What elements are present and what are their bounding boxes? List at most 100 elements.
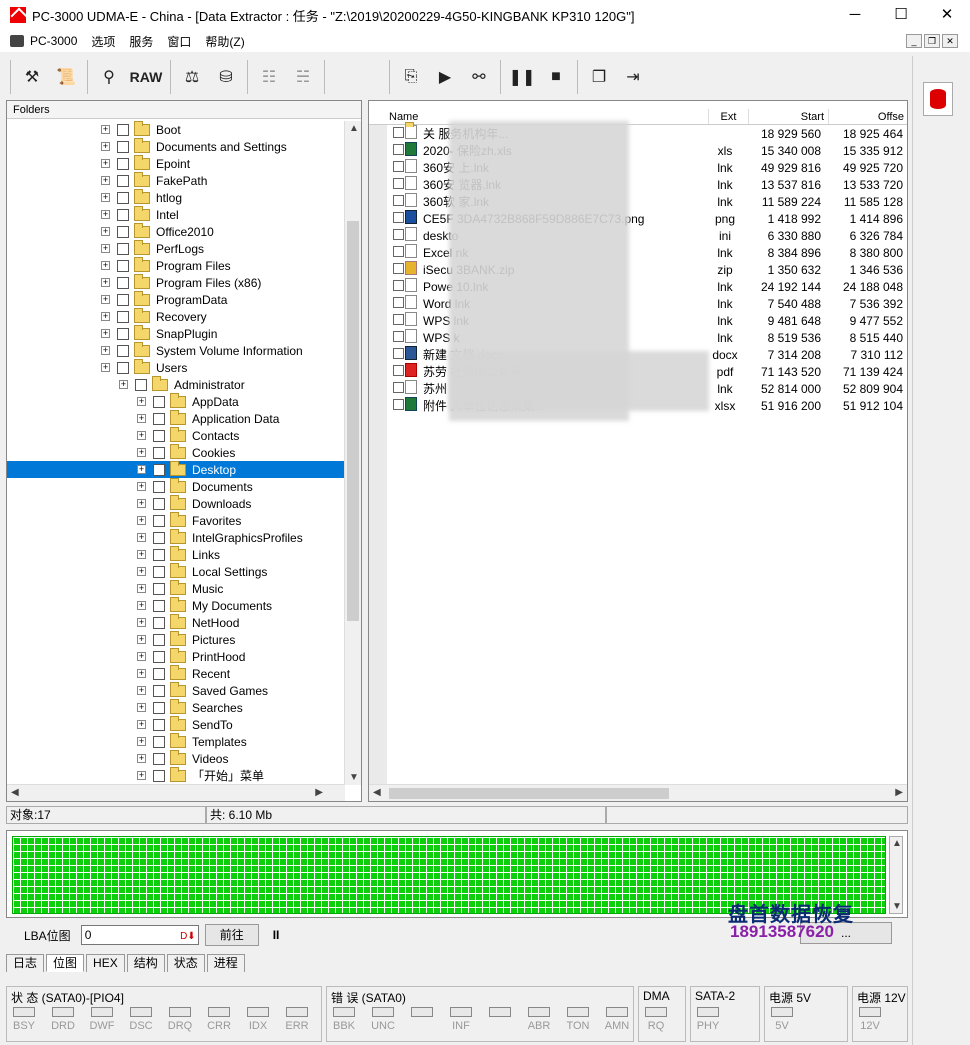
- minimize-button[interactable]: ─: [832, 0, 878, 30]
- tree-item[interactable]: + My Documents: [7, 596, 345, 614]
- expand-icon[interactable]: +: [101, 329, 110, 338]
- pause-button[interactable]: II: [273, 928, 280, 942]
- file-checkbox[interactable]: [393, 398, 404, 410]
- tree-checkbox[interactable]: [117, 361, 129, 374]
- tree-icon[interactable]: ☷: [252, 60, 286, 94]
- tree-item[interactable]: + NetHood: [7, 613, 345, 631]
- file-checkbox[interactable]: [393, 330, 404, 342]
- tree-checkbox[interactable]: [153, 650, 165, 663]
- file-checkbox[interactable]: [393, 364, 404, 376]
- stop-icon[interactable]: ■: [539, 60, 573, 94]
- tree-checkbox[interactable]: [117, 259, 129, 272]
- tree-item[interactable]: + System Volume Information: [7, 341, 345, 359]
- file-checkbox[interactable]: [393, 160, 404, 172]
- play-icon[interactable]: ▶: [428, 60, 462, 94]
- tools-icon[interactable]: ⚒: [15, 60, 49, 94]
- mdi-restore-button[interactable]: ❐: [924, 34, 940, 48]
- mdi-minimize-button[interactable]: _: [906, 34, 922, 48]
- tree-item[interactable]: + Recovery: [7, 307, 345, 325]
- tree-checkbox[interactable]: [117, 344, 129, 357]
- expand-icon[interactable]: +: [137, 584, 146, 593]
- tree-item[interactable]: + ProgramData: [7, 290, 345, 308]
- tree-item[interactable]: + AppData: [7, 392, 345, 410]
- tree-item[interactable]: + Users: [7, 358, 345, 376]
- database-icon[interactable]: [923, 82, 953, 116]
- tree-checkbox[interactable]: [153, 718, 165, 731]
- tab-process[interactable]: 进程: [206, 954, 245, 972]
- tree-checkbox[interactable]: [117, 208, 129, 221]
- file-checkbox[interactable]: [393, 262, 404, 274]
- lba-input[interactable]: 0 D⬇: [80, 925, 199, 945]
- file-checkbox[interactable]: [393, 313, 404, 325]
- expand-icon[interactable]: +: [137, 703, 146, 712]
- tree-item[interactable]: + Program Files (x86): [7, 273, 345, 291]
- tree-checkbox[interactable]: [153, 769, 165, 782]
- folder-tree-hscroll[interactable]: ◀ ▶: [7, 784, 345, 801]
- expand-icon[interactable]: +: [137, 686, 146, 695]
- tree-checkbox[interactable]: [117, 276, 129, 289]
- expand-icon[interactable]: +: [137, 550, 146, 559]
- tree-item[interactable]: + Videos: [7, 749, 345, 767]
- tree-checkbox[interactable]: [117, 225, 129, 238]
- tree-checkbox[interactable]: [117, 310, 129, 323]
- tree-checkbox[interactable]: [135, 378, 147, 391]
- file-checkbox[interactable]: [393, 347, 404, 359]
- tree-item[interactable]: + Saved Games: [7, 681, 345, 699]
- bitmap-vscroll[interactable]: ▲ ▼: [889, 836, 903, 914]
- expand-icon[interactable]: +: [101, 227, 110, 236]
- tree-checkbox[interactable]: [153, 667, 165, 680]
- tree-checkbox[interactable]: [153, 752, 165, 765]
- tree-item[interactable]: + Epoint: [7, 154, 345, 172]
- tree-checkbox[interactable]: [153, 582, 165, 595]
- expand-icon[interactable]: +: [137, 601, 146, 610]
- expand-icon[interactable]: +: [137, 635, 146, 644]
- tree-checkbox[interactable]: [153, 446, 165, 459]
- file-checkbox[interactable]: [393, 296, 404, 308]
- menu-window[interactable]: 窗口: [167, 33, 191, 50]
- raw-button[interactable]: RAW: [126, 60, 166, 94]
- tree-checkbox[interactable]: [153, 701, 165, 714]
- expand-icon[interactable]: +: [137, 397, 146, 406]
- tree-checkbox[interactable]: [153, 412, 165, 425]
- file-checkbox[interactable]: [393, 211, 404, 223]
- tree-checkbox[interactable]: [153, 616, 165, 629]
- tree-item[interactable]: + Favorites: [7, 511, 345, 529]
- file-checkbox[interactable]: [393, 194, 404, 206]
- mdi-close-button[interactable]: ✕: [942, 34, 958, 48]
- tree-checkbox[interactable]: [153, 497, 165, 510]
- tree-checkbox[interactable]: [153, 565, 165, 578]
- tree-checkbox[interactable]: [153, 395, 165, 408]
- expand-icon[interactable]: +: [101, 346, 110, 355]
- tree-item[interactable]: + Administrator: [7, 375, 345, 393]
- tree-checkbox[interactable]: [153, 599, 165, 612]
- tree-checkbox[interactable]: [153, 463, 165, 476]
- tree-checkbox[interactable]: [153, 548, 165, 561]
- tree-item[interactable]: + Music: [7, 579, 345, 597]
- tree-checkbox[interactable]: [153, 429, 165, 442]
- expand-icon[interactable]: +: [101, 312, 110, 321]
- tree-checkbox[interactable]: [153, 514, 165, 527]
- windows-icon[interactable]: ❐: [582, 60, 616, 94]
- tree-item[interactable]: + Office2010: [7, 222, 345, 240]
- menu-options[interactable]: 选项: [91, 33, 115, 50]
- expand-icon[interactable]: +: [137, 737, 146, 746]
- tree-checkbox[interactable]: [153, 684, 165, 697]
- file-checkbox[interactable]: [393, 228, 404, 240]
- file-checkbox[interactable]: [393, 177, 404, 189]
- tree-item[interactable]: + Documents and Settings: [7, 137, 345, 155]
- col-start[interactable]: Start: [749, 109, 829, 124]
- file-checkbox[interactable]: [393, 279, 404, 291]
- tree-item[interactable]: + FakePath: [7, 171, 345, 189]
- tree-item[interactable]: + Desktop: [7, 460, 345, 478]
- tree-item[interactable]: + Program Files: [7, 256, 345, 274]
- tab-hex[interactable]: HEX: [86, 954, 125, 972]
- col-offset[interactable]: Offse: [829, 109, 907, 124]
- tree-item[interactable]: + SendTo: [7, 715, 345, 733]
- tree-item[interactable]: + SnapPlugin: [7, 324, 345, 342]
- menu-service[interactable]: 服务: [129, 33, 153, 50]
- tree-item[interactable]: + Contacts: [7, 426, 345, 444]
- menu-pc3000[interactable]: PC-3000: [30, 34, 77, 48]
- tree-item[interactable]: + Documents: [7, 477, 345, 495]
- expand-icon[interactable]: +: [101, 244, 110, 253]
- close-button[interactable]: ✕: [924, 0, 970, 30]
